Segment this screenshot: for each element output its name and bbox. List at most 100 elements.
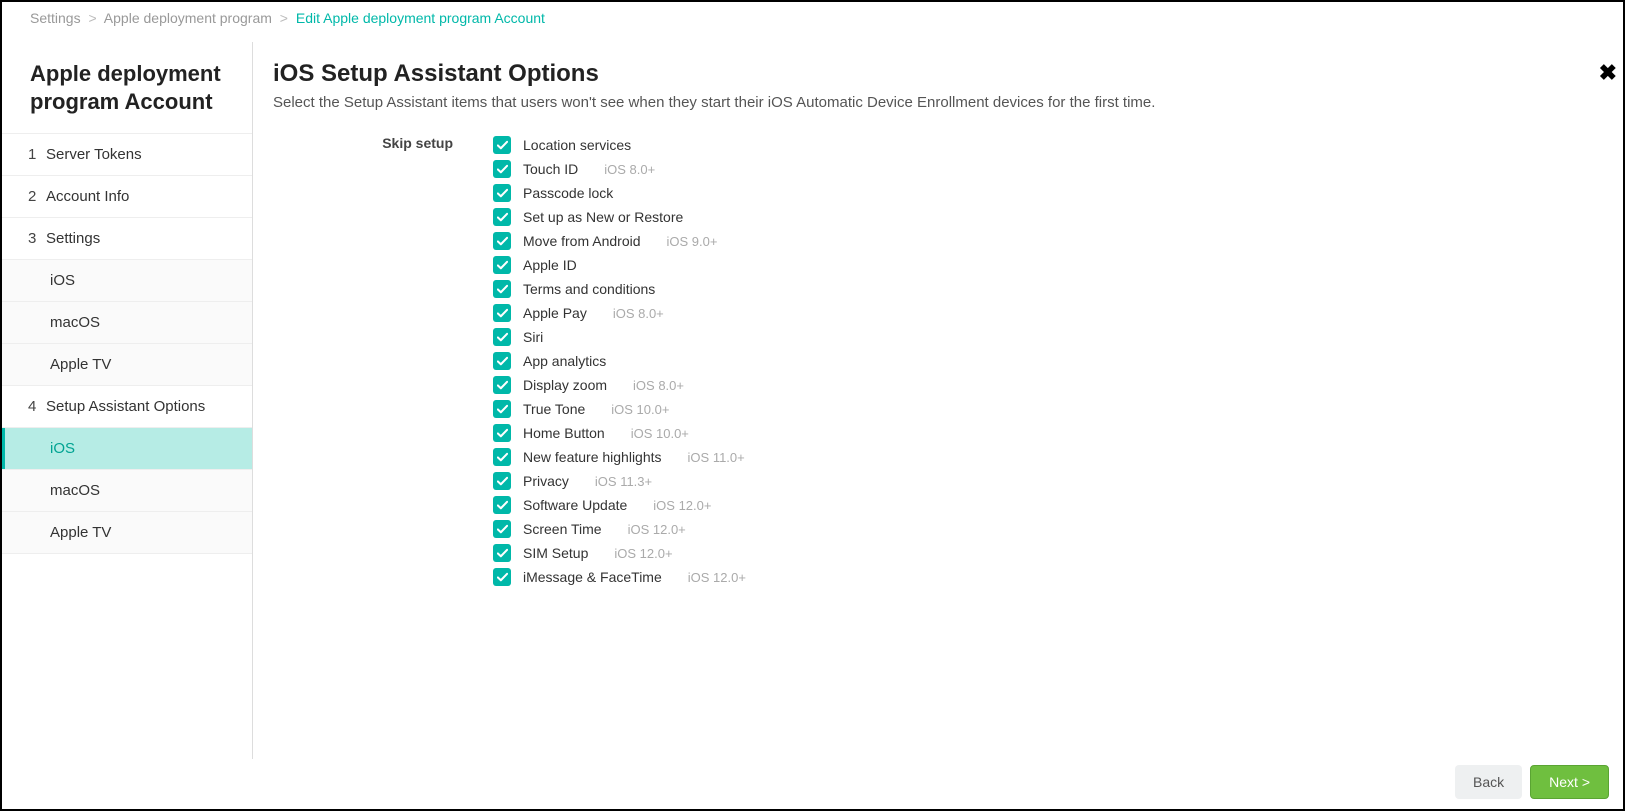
close-icon[interactable]: ✖	[1599, 60, 1617, 86]
checkbox-checked-icon[interactable]	[493, 304, 511, 322]
option-label: Display zoom	[523, 377, 607, 393]
sidebar-item-number: 1	[28, 146, 46, 163]
checkbox-checked-icon[interactable]	[493, 280, 511, 298]
option-row: Passcode lock	[493, 181, 1593, 205]
checkbox-checked-icon[interactable]	[493, 328, 511, 346]
sidebar-subitem[interactable]: iOS	[2, 428, 252, 470]
option-label: Home Button	[523, 425, 605, 441]
option-hint: iOS 11.3+	[595, 474, 652, 489]
option-label: New feature highlights	[523, 449, 662, 465]
sidebar-item-label: Account Info	[46, 188, 129, 205]
sidebar-subitem[interactable]: Apple TV	[2, 344, 252, 386]
checkbox-checked-icon[interactable]	[493, 544, 511, 562]
option-hint: iOS 10.0+	[631, 426, 689, 441]
option-hint: iOS 12.0+	[688, 570, 746, 585]
option-row: Screen TimeiOS 12.0+	[493, 517, 1593, 541]
option-row: Location services	[493, 133, 1593, 157]
option-row: New feature highlights iOS 11.0+	[493, 445, 1593, 469]
footer: Back Next >	[1455, 765, 1609, 799]
section-label: Skip setup	[273, 133, 493, 589]
option-hint: iOS 8.0+	[633, 378, 684, 393]
next-button[interactable]: Next >	[1530, 765, 1609, 799]
sidebar-item-label: iOS	[50, 272, 75, 289]
checkbox-checked-icon[interactable]	[493, 184, 511, 202]
option-hint: iOS 12.0+	[653, 498, 711, 513]
checkbox-checked-icon[interactable]	[493, 496, 511, 514]
breadcrumb: Settings > Apple deployment program > Ed…	[2, 2, 1623, 32]
option-row: Terms and conditions	[493, 277, 1593, 301]
checkbox-checked-icon[interactable]	[493, 208, 511, 226]
sidebar-item-label: Server Tokens	[46, 146, 142, 163]
checkbox-checked-icon[interactable]	[493, 160, 511, 178]
sidebar-item-number: 3	[28, 230, 46, 247]
option-hint: iOS 11.0+	[688, 450, 745, 465]
checkbox-checked-icon[interactable]	[493, 352, 511, 370]
option-row: Home Button iOS 10.0+	[493, 421, 1593, 445]
option-row: True ToneiOS 10.0+	[493, 397, 1593, 421]
option-label: Passcode lock	[523, 185, 613, 201]
sidebar-subitem[interactable]: macOS	[2, 302, 252, 344]
option-label: Touch ID	[523, 161, 578, 177]
option-label: iMessage & FaceTime	[523, 569, 662, 585]
sidebar: Apple deployment program Account 1Server…	[2, 42, 253, 759]
option-row: App analytics	[493, 349, 1593, 373]
checkbox-checked-icon[interactable]	[493, 256, 511, 274]
option-label: Apple ID	[523, 257, 577, 273]
sidebar-item-label: Settings	[46, 230, 100, 247]
option-label: Terms and conditions	[523, 281, 655, 297]
option-row: Apple Pay iOS 8.0+	[493, 301, 1593, 325]
page-subtitle: Select the Setup Assistant items that us…	[273, 94, 1593, 111]
checkbox-checked-icon[interactable]	[493, 472, 511, 490]
options-list: Location servicesTouch IDiOS 8.0+Passcod…	[493, 133, 1593, 589]
option-label: Software Update	[523, 497, 627, 513]
option-label: Set up as New or Restore	[523, 209, 683, 225]
option-label: Apple Pay	[523, 305, 587, 321]
sidebar-item-label: iOS	[50, 440, 75, 457]
option-label: SIM Setup	[523, 545, 588, 561]
sidebar-item[interactable]: 3Settings	[2, 218, 252, 260]
option-row: Move from Android iOS 9.0+	[493, 229, 1593, 253]
breadcrumb-separator: >	[280, 10, 288, 26]
sidebar-item[interactable]: 1Server Tokens	[2, 134, 252, 176]
checkbox-checked-icon[interactable]	[493, 520, 511, 538]
option-label: Privacy	[523, 473, 569, 489]
sidebar-nav: 1Server Tokens2Account Info3SettingsiOSm…	[2, 133, 252, 554]
option-hint: iOS 12.0+	[614, 546, 672, 561]
option-label: Siri	[523, 329, 543, 345]
breadcrumb-item[interactable]: Apple deployment program	[104, 10, 272, 26]
option-label: App analytics	[523, 353, 606, 369]
sidebar-item[interactable]: 2Account Info	[2, 176, 252, 218]
sidebar-title: Apple deployment program Account	[2, 60, 252, 133]
sidebar-item[interactable]: 4Setup Assistant Options	[2, 386, 252, 428]
checkbox-checked-icon[interactable]	[493, 136, 511, 154]
option-row: Software Update iOS 12.0+	[493, 493, 1593, 517]
option-row: Set up as New or Restore	[493, 205, 1593, 229]
sidebar-item-label: macOS	[50, 482, 100, 499]
sidebar-item-number: 2	[28, 188, 46, 205]
sidebar-subitem[interactable]: macOS	[2, 470, 252, 512]
option-row: Touch IDiOS 8.0+	[493, 157, 1593, 181]
option-label: Location services	[523, 137, 631, 153]
breadcrumb-item[interactable]: Settings	[30, 10, 81, 26]
checkbox-checked-icon[interactable]	[493, 232, 511, 250]
main: ✖ iOS Setup Assistant Options Select the…	[253, 42, 1623, 759]
sidebar-item-number: 4	[28, 398, 46, 415]
checkbox-checked-icon[interactable]	[493, 424, 511, 442]
checkbox-checked-icon[interactable]	[493, 376, 511, 394]
option-hint: iOS 9.0+	[667, 234, 718, 249]
option-row: Display zoom iOS 8.0+	[493, 373, 1593, 397]
page-title: iOS Setup Assistant Options	[273, 60, 1593, 88]
checkbox-checked-icon[interactable]	[493, 448, 511, 466]
sidebar-item-label: Apple TV	[50, 356, 111, 373]
option-hint: iOS 10.0+	[611, 402, 669, 417]
option-label: Move from Android	[523, 233, 641, 249]
sidebar-subitem[interactable]: iOS	[2, 260, 252, 302]
sidebar-item-label: macOS	[50, 314, 100, 331]
sidebar-item-label: Apple TV	[50, 524, 111, 541]
checkbox-checked-icon[interactable]	[493, 400, 511, 418]
checkbox-checked-icon[interactable]	[493, 568, 511, 586]
sidebar-subitem[interactable]: Apple TV	[2, 512, 252, 554]
back-button[interactable]: Back	[1455, 765, 1522, 799]
option-hint: iOS 12.0+	[628, 522, 686, 537]
option-hint: iOS 8.0+	[613, 306, 664, 321]
